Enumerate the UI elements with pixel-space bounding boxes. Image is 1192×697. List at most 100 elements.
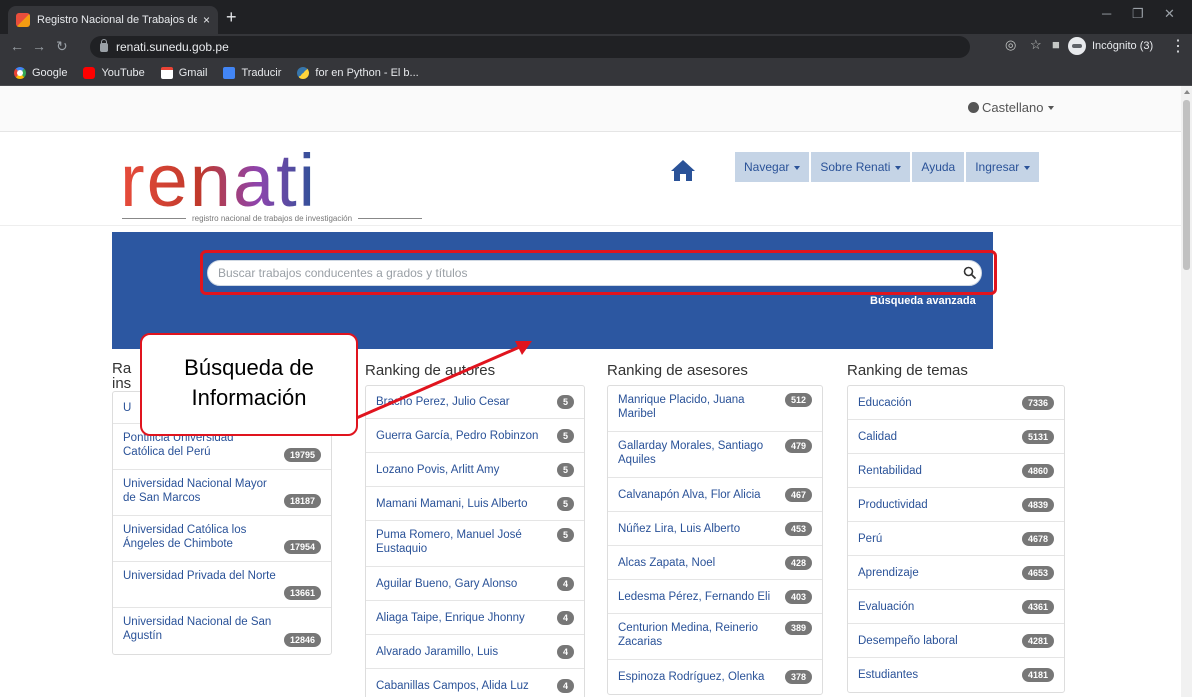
topics-list: Educación 7336 Calidad 5131 Rentabilidad 48… (847, 385, 1065, 693)
forward-icon[interactable]: → (32, 38, 46, 54)
advanced-search-link[interactable]: Búsqueda avanzada (870, 295, 976, 307)
list-item[interactable]: Manrique Placido, Juana Maribel 512 (608, 386, 822, 432)
back-icon[interactable]: ← (10, 38, 24, 54)
close-tab-icon[interactable]: × (203, 13, 210, 27)
list-item[interactable]: Alcas Zapata, Noel 428 (608, 546, 822, 580)
browser-tab-strip: Registro Nacional de Trabajos de × + ─ ❐… (0, 0, 1192, 34)
count-badge: 5 (556, 496, 574, 511)
list-item[interactable]: Centurion Medina, Reinerio Zacarias 389 (608, 614, 822, 660)
count-badge: 18187 (283, 494, 321, 508)
list-item[interactable]: Cabanillas Campos, Alida Luz 4 (366, 669, 584, 697)
count-badge: 5 (556, 428, 574, 443)
list-item[interactable]: Productividad 4839 (848, 488, 1064, 522)
authors-list: Bracho Perez, Julio Cesar 5 Guerra García… (365, 385, 585, 697)
tab-title: Registro Nacional de Trabajos de (37, 14, 197, 26)
bookmark-youtube[interactable]: YouTube (83, 66, 145, 79)
list-item[interactable]: Alvarado Jaramillo, Luis 4 (366, 635, 584, 669)
close-window-icon[interactable]: ✕ (1164, 6, 1175, 22)
list-item[interactable]: Desempeño laboral 4281 (848, 624, 1064, 658)
top-strip: Castellano (0, 86, 1181, 132)
omnibox[interactable]: renati.sunedu.gob.pe (90, 36, 970, 58)
count-badge: 4678 (1021, 531, 1054, 546)
browser-menu-icon[interactable]: ⋮ (1170, 36, 1186, 56)
list-item[interactable]: Aliaga Taipe, Enrique Jhonny 4 (366, 601, 584, 635)
bookmark-python[interactable]: for en Python - El b... (297, 66, 419, 79)
side-panel-icon[interactable]: ■ (1052, 37, 1060, 52)
count-badge: 4 (556, 610, 574, 625)
ranking-temas-title: Ranking de temas (847, 362, 968, 379)
list-item[interactable]: Núñez Lira, Luis Alberto 453 (608, 512, 822, 546)
header-divider (0, 225, 1181, 226)
bookmark-label: Traducir (241, 66, 282, 79)
language-selector[interactable]: Castellano (968, 100, 1055, 115)
count-badge: 403 (784, 589, 812, 604)
list-item[interactable]: Rentabilidad 4860 (848, 454, 1064, 488)
count-badge: 467 (784, 487, 812, 502)
list-item[interactable]: Estudiantes 4181 (848, 658, 1064, 692)
bookmark-translate[interactable]: Traducir (223, 66, 282, 79)
python-icon (297, 66, 310, 79)
url-text[interactable]: renati.sunedu.gob.pe (116, 40, 229, 54)
list-item[interactable]: Bracho Perez, Julio Cesar 5 (366, 386, 584, 419)
count-badge: 5 (556, 528, 574, 542)
reload-icon[interactable]: ↻ (56, 38, 68, 55)
list-item[interactable]: Educación 7336 (848, 386, 1064, 420)
nav-navegar[interactable]: Navegar (735, 152, 810, 182)
youtube-icon (83, 66, 96, 79)
count-badge: 4653 (1021, 565, 1054, 580)
count-badge: 5 (556, 395, 574, 409)
incognito-icon (1068, 37, 1086, 55)
renati-logo[interactable]: renati registro nacional de trabajos de … (120, 139, 440, 234)
bookmark-gmail[interactable]: Gmail (160, 66, 208, 79)
bookmark-star-icon[interactable]: ☆ (1030, 37, 1042, 53)
list-item[interactable]: Aprendizaje 4653 (848, 556, 1064, 590)
home-icon[interactable] (670, 158, 696, 182)
bookmark-google[interactable]: Google (14, 66, 67, 79)
incognito-label: Incógnito (3) (1092, 40, 1154, 52)
list-item[interactable]: Ledesma Pérez, Fernando Eli 403 (608, 580, 822, 614)
count-badge: 7336 (1021, 395, 1054, 410)
address-bar: ← → ↻ renati.sunedu.gob.pe ◎ ☆ ■ Incógni… (0, 34, 1192, 60)
incognito-indicator[interactable]: Incógnito (3) (1068, 37, 1153, 55)
bookmarks-bar: Google YouTube Gmail Traducir for en Pyt… (0, 60, 1192, 86)
list-item[interactable]: Universidad Privada del Norte 13661 (113, 562, 331, 608)
list-item[interactable]: Guerra García, Pedro Robinzon 5 (366, 419, 584, 453)
browser-tab[interactable]: Registro Nacional de Trabajos de × (8, 6, 218, 34)
annotation-callout: Búsqueda de Información (140, 333, 358, 436)
list-item[interactable]: Puma Romero, Manuel José Eustaquio 5 (366, 521, 584, 567)
list-item[interactable]: Aguilar Bueno, Gary Alonso 4 (366, 567, 584, 601)
count-badge: 4181 (1021, 668, 1054, 682)
list-item[interactable]: Gallarday Morales, Santiago Aquiles 479 (608, 432, 822, 478)
list-item[interactable]: Universidad Nacional de San Agustín 12846 (113, 608, 331, 654)
nav-sobre-renati[interactable]: Sobre Renati (811, 152, 911, 182)
list-item[interactable]: Universidad Nacional Mayor de San Marcos… (113, 470, 331, 516)
list-item[interactable]: Universidad Católica los Ángeles de Chim… (113, 516, 331, 562)
ranking-autores: Ranking de autores Bracho Perez, Julio C… (365, 361, 585, 697)
language-label: Castellano (982, 100, 1044, 115)
scroll-up-icon[interactable] (1184, 90, 1190, 94)
page-scrollbar[interactable] (1181, 86, 1192, 697)
minimize-window-icon[interactable]: ─ (1102, 6, 1111, 21)
callout-line-1: Búsqueda de (184, 355, 314, 380)
ranking-asesores-title: Ranking de asesores (607, 362, 748, 379)
restore-window-icon[interactable]: ❐ (1132, 6, 1144, 22)
count-badge: 4839 (1021, 497, 1054, 512)
scroll-thumb[interactable] (1183, 100, 1190, 270)
count-badge: 479 (784, 439, 812, 453)
nav-ingresar[interactable]: Ingresar (966, 152, 1040, 182)
count-badge: 4860 (1021, 463, 1054, 478)
list-item[interactable]: Calidad 5131 (848, 420, 1064, 454)
list-item[interactable]: Mamani Mamani, Luis Alberto 5 (366, 487, 584, 521)
list-item[interactable]: Calvanapón Alva, Flor Alicia 467 (608, 478, 822, 512)
bookmark-label: Gmail (178, 66, 208, 79)
list-item[interactable]: Evaluación 4361 (848, 590, 1064, 624)
count-badge: 378 (784, 670, 812, 684)
new-tab-button[interactable]: + (226, 6, 237, 28)
logo-wordmark: renati (120, 139, 318, 222)
list-item[interactable]: Espinoza Rodríguez, Olenka 378 (608, 660, 822, 694)
list-item[interactable]: Perú 4678 (848, 522, 1064, 556)
list-item[interactable]: Lozano Povis, Arlitt Amy 5 (366, 453, 584, 487)
google-icon (14, 66, 26, 79)
nav-ayuda[interactable]: Ayuda (912, 152, 965, 182)
tracking-protection-icon[interactable]: ◎ (1005, 37, 1016, 53)
